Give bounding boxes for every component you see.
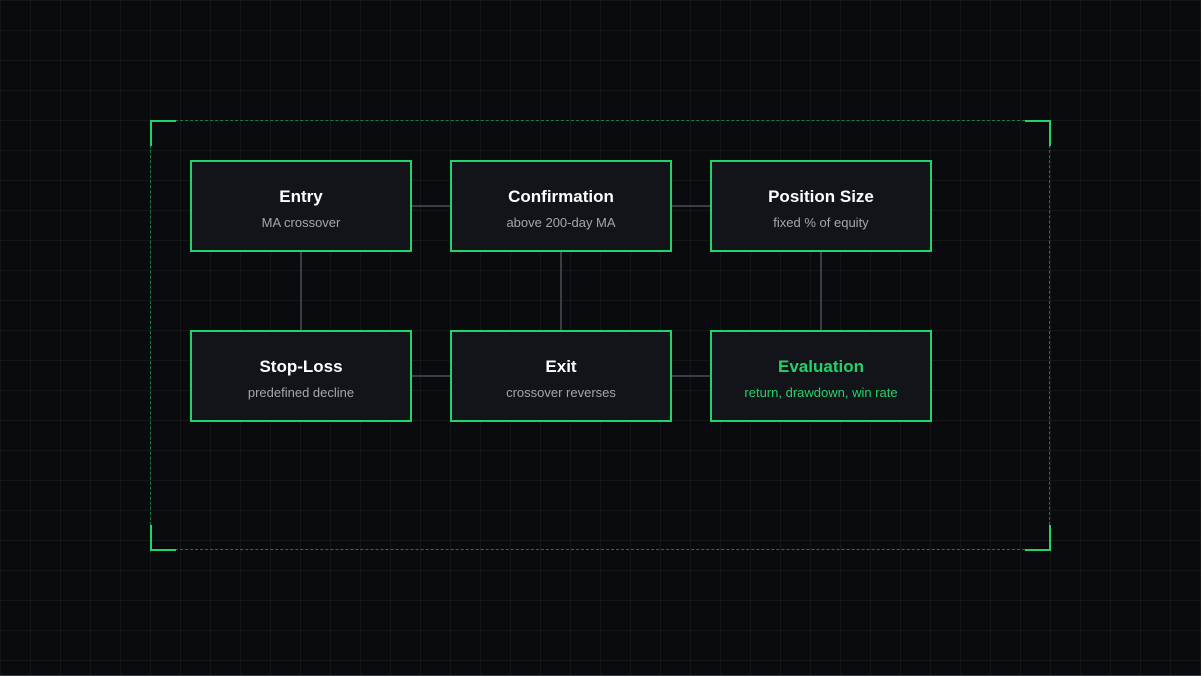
node-position-size: Position Size fixed % of equity [710, 160, 932, 252]
frame-corner-top-left [150, 120, 176, 146]
connector-entry-stop-loss [300, 252, 302, 330]
connector-position-size-evaluation [820, 252, 822, 330]
connector-confirmation-position-size [672, 205, 710, 207]
connector-exit-evaluation [672, 375, 710, 377]
node-subtitle: return, drawdown, win rate [744, 385, 898, 400]
node-title: Stop-Loss [259, 357, 343, 376]
node-subtitle: MA crossover [261, 215, 341, 230]
node-title: Confirmation [508, 187, 614, 206]
node-subtitle: predefined decline [247, 385, 355, 400]
node-evaluation: Evaluation return, drawdown, win rate [710, 330, 932, 422]
node-title: Position Size [768, 187, 874, 206]
frame-corner-top-right [1025, 120, 1051, 146]
connector-entry-confirmation [412, 205, 450, 207]
node-exit: Exit crossover reverses [450, 330, 672, 422]
node-subtitle: fixed % of equity [773, 215, 869, 230]
node-title: Entry [279, 187, 323, 206]
frame-corner-bottom-right [1025, 525, 1051, 551]
node-title: Evaluation [778, 357, 864, 376]
node-subtitle: above 200-day MA [506, 215, 616, 230]
frame-corner-bottom-left [150, 525, 176, 551]
node-confirmation: Confirmation above 200-day MA [450, 160, 672, 252]
node-title: Exit [545, 357, 577, 376]
connector-confirmation-exit [560, 252, 562, 330]
node-subtitle: crossover reverses [506, 385, 616, 400]
connector-stop-loss-exit [412, 375, 450, 377]
node-stop-loss: Stop-Loss predefined decline [190, 330, 412, 422]
node-entry: Entry MA crossover [190, 160, 412, 252]
